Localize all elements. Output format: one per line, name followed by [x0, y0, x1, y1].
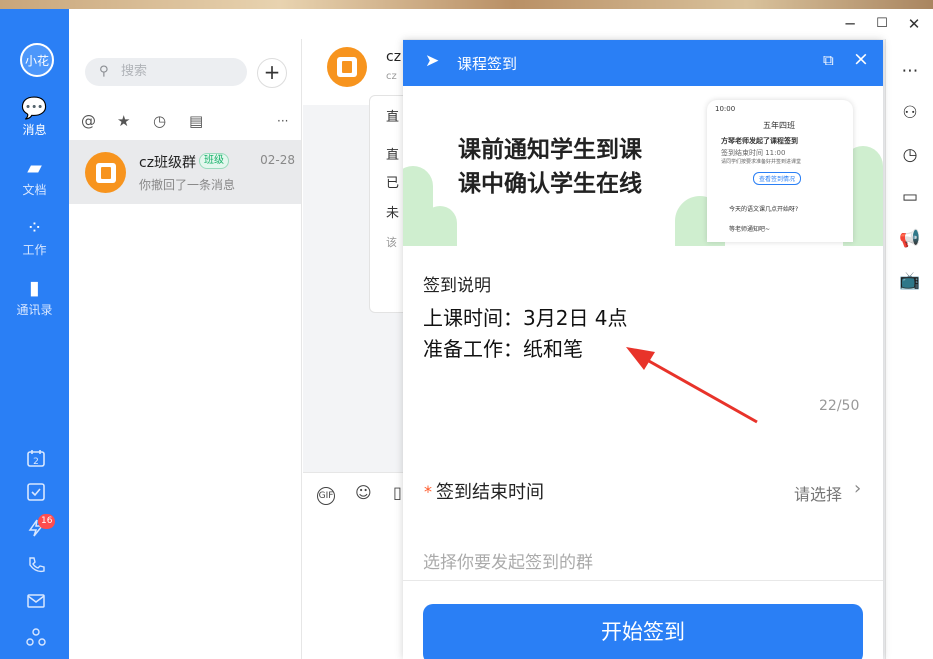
attachment-icon[interactable]: ▯ [393, 483, 402, 502]
calendar-day: 2 [33, 457, 39, 467]
nav-item-contacts[interactable]: ▮ 通讯录 [0, 277, 69, 318]
phone-msg-title: 方琴老师发起了课程签到 [721, 137, 798, 145]
class-tag: 班级 [199, 153, 229, 169]
search-icon: ⚲ [99, 64, 109, 79]
more-options-icon[interactable]: ⋯ [898, 59, 922, 83]
promo-banner: 课前通知学生到课 课中确认学生在线 10:00 五年四班 方琴老师发起了课程签到… [403, 86, 883, 246]
user-avatar[interactable]: 小花 [20, 43, 54, 77]
filter-tabs: @ ★ ◷ ▤ ··· [69, 104, 302, 140]
chevron-right-icon: › [854, 478, 862, 499]
dialog-header: ➤ 课程签到 ⧉ × [403, 40, 883, 86]
chat-subtitle: cz [386, 71, 397, 82]
dialog-title: 课程签到 [457, 55, 518, 73]
left-nav: 小花 💬 消息 ▰ 文档 ⁘ 工作 ▮ 通讯录 2 16 [0, 9, 69, 659]
banner-line-2: 课中确认学生在线 [458, 171, 642, 197]
phone-chat-2: 等老师通知吧~ [729, 226, 771, 233]
history-clock-icon[interactable]: ◷ [898, 143, 922, 167]
plant-decoration [423, 206, 457, 246]
nav-label: 通讯录 [16, 303, 53, 317]
nav-label: 文档 [22, 183, 47, 197]
card-line: 未 [386, 206, 400, 221]
close-icon[interactable]: × [853, 48, 869, 70]
announce-icon[interactable]: 📢 [898, 227, 922, 251]
message-icon: 💬 [21, 96, 48, 120]
card-line: 已 [386, 176, 400, 191]
maximize-icon[interactable]: ☐ [870, 12, 894, 36]
group-avatar [85, 152, 126, 193]
book-icon [337, 57, 357, 77]
minimize-icon[interactable]: ─ [838, 12, 862, 36]
input-toolbar: GIF ☺ ▯ [303, 472, 403, 659]
chat-title: cz [386, 49, 402, 65]
desktop-wallpaper [0, 0, 933, 9]
phone-msg-desc: 请同学们按要求准备好并签到进课堂 [721, 159, 802, 165]
mention-icon[interactable]: @ [81, 112, 96, 130]
right-toolbar: ⋯ ⚇ ◷ ▭ 📢 📺 [885, 39, 933, 659]
phone-time: 10:00 [715, 105, 736, 113]
phone-msg-button: 查看签到情况 [753, 172, 802, 185]
add-button[interactable]: + [257, 58, 287, 88]
banner-line-1: 课前通知学生到课 [458, 137, 642, 163]
calendar-icon[interactable]: 2 [24, 448, 48, 472]
conversation-name: cz班级群 [139, 155, 197, 171]
org-icon[interactable] [24, 627, 48, 651]
folder-icon[interactable]: ▭ [898, 185, 922, 209]
char-counter: 22/50 [819, 398, 860, 414]
more-icon[interactable]: ··· [277, 114, 288, 128]
apps-icon: ⁘ [26, 217, 43, 239]
archive-icon[interactable]: ▤ [189, 112, 203, 130]
nav-item-docs[interactable]: ▰ 文档 [0, 157, 69, 198]
phone-header: 五年四班 [763, 121, 795, 130]
section-label: 签到说明 [423, 276, 491, 296]
nav-item-work[interactable]: ⁘ 工作 [0, 217, 69, 258]
nav-label: 工作 [22, 243, 47, 257]
add-member-icon[interactable]: ⚇ [898, 101, 922, 125]
nav-label: 消息 [22, 123, 47, 137]
history-icon[interactable]: ◷ [153, 112, 166, 130]
phone-mockup: 10:00 五年四班 方琴老师发起了课程签到 签到结束时间 11:00 请同学们… [707, 100, 853, 242]
flash-badge: 16 [38, 514, 56, 529]
open-external-icon[interactable]: ⧉ [823, 51, 834, 69]
book-icon [95, 162, 116, 183]
chat-avatar [327, 47, 367, 87]
contacts-icon: ▮ [29, 277, 40, 299]
required-mark: * [424, 482, 432, 501]
divider [403, 580, 883, 581]
live-tv-icon[interactable]: 📺 [898, 269, 922, 293]
end-time-row[interactable]: * 签到结束时间 请选择 › [403, 460, 883, 520]
search-placeholder: 搜索 [121, 64, 148, 79]
phone-chat-1: 今天的语文课几点开始呀? [729, 206, 799, 213]
search-input[interactable]: ⚲ 搜索 [85, 58, 247, 86]
phone-icon[interactable] [24, 555, 48, 579]
end-time-label: 签到结束时间 [436, 482, 544, 503]
todo-check-icon[interactable] [24, 482, 48, 506]
description-line-2: 准备工作：纸和笔 [423, 337, 583, 361]
mail-icon[interactable] [24, 591, 48, 615]
dingtalk-logo-icon: ➤ [425, 51, 440, 71]
end-time-value: 请选择 [794, 485, 843, 504]
course-checkin-dialog: ➤ 课程签到 ⧉ × 课前通知学生到课 课中确认学生在线 10:00 五年四班 … [403, 40, 883, 659]
conversation-panel: ⚲ 搜索 + @ ★ ◷ ▤ ··· cz班级群 班级 02-28 你撤回了一条… [69, 39, 302, 659]
star-icon[interactable]: ★ [117, 112, 130, 130]
conversation-item[interactable]: cz班级群 班级 02-28 你撤回了一条消息 [69, 140, 301, 204]
emoji-icon[interactable]: ☺ [355, 483, 372, 502]
card-line: 直 [386, 148, 400, 163]
gif-icon[interactable]: GIF [317, 487, 335, 505]
conversation-time: 02-28 [260, 153, 295, 167]
description-line-1: 上课时间：3月2日 4点 [423, 306, 628, 330]
last-message: 你撤回了一条消息 [139, 178, 236, 192]
close-window-icon[interactable]: ✕ [902, 12, 926, 36]
card-line: 该 [386, 236, 397, 249]
start-checkin-button[interactable]: 开始签到 [423, 604, 863, 659]
card-line: 直 [386, 110, 400, 125]
doc-icon: ▰ [27, 157, 42, 179]
group-select[interactable]: 选择你要发起签到的群 [423, 548, 593, 573]
phone-msg-time: 签到结束时间 11:00 [721, 149, 786, 157]
nav-item-messages[interactable]: 💬 消息 [0, 97, 69, 138]
